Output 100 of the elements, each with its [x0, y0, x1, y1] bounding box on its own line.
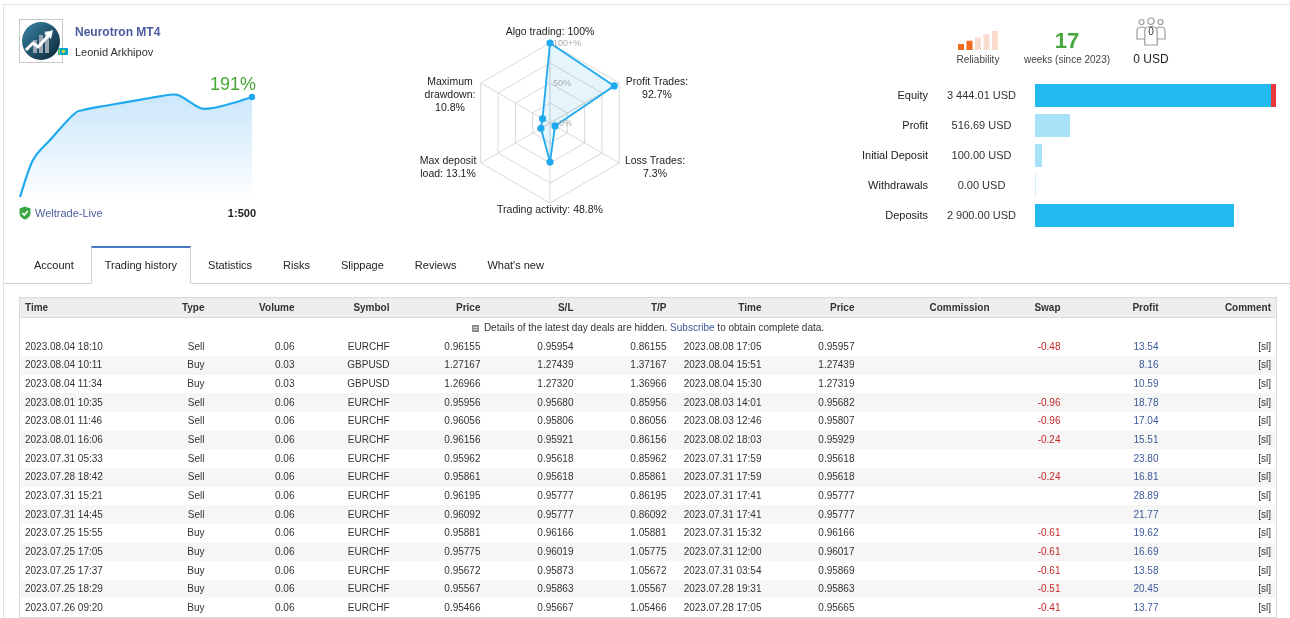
balance-label: Equity	[896, 87, 928, 103]
column-header: Type	[135, 297, 210, 318]
column-header: Price	[766, 297, 860, 318]
radar-axis-label: Trading activity: 48.8%	[497, 203, 603, 216]
weeks-label: weeks (since 2023)	[1023, 53, 1111, 66]
table-cell: 10.59	[1065, 374, 1164, 394]
table-cell: 2023.07.28 17:05	[671, 598, 767, 618]
subscriber-count: 0	[1147, 26, 1155, 38]
scale-label: 50%	[553, 77, 571, 89]
table-cell: 0.96056	[394, 412, 486, 431]
table-cell: 0.85861	[578, 468, 672, 487]
table-cell: 1.05567	[578, 579, 672, 599]
table-cell: 2023.08.04 10:11	[19, 356, 136, 375]
table-cell: 2023.07.31 15:32	[671, 523, 767, 543]
table-cell: 2023.07.31 17:41	[671, 505, 767, 524]
tab[interactable]: Account	[20, 246, 88, 284]
table-cell: 0.95672	[394, 561, 486, 580]
table-cell: 1.27320	[485, 374, 579, 394]
table-cell: Sell	[135, 393, 210, 413]
table-cell: 0.96155	[394, 337, 486, 357]
table-cell: 23.80	[1065, 449, 1164, 468]
table-cell: 0.95806	[485, 412, 579, 431]
table-cell: 15.51	[1065, 430, 1164, 450]
table-cell: Sell	[135, 505, 210, 524]
table-cell: Buy	[135, 542, 210, 562]
table-cell: 1.27167	[394, 356, 486, 375]
radar-axis-label: Algo trading: 100%	[505, 25, 595, 38]
subscribe-link[interactable]: Subscribe	[670, 321, 715, 333]
table-cell: EURCHF	[299, 337, 395, 357]
table-cell: 0.95929	[766, 430, 860, 450]
table-cell: 0.95777	[766, 486, 860, 506]
table-cell: 0.95957	[766, 337, 860, 357]
table-cell: 0.95869	[766, 561, 860, 580]
table-cell: 2023.07.31 03:54	[671, 561, 767, 580]
table-cell: 2023.07.25 18:29	[19, 579, 136, 599]
table-cell: 0.95954	[485, 337, 579, 357]
hidden-deals-notice: Details of the latest day deals are hidden. Subscribe to obtain complete data.	[483, 321, 825, 333]
radar-point	[546, 158, 554, 166]
table-cell: 1.27439	[485, 356, 579, 375]
table-cell: 0.95921	[485, 430, 579, 450]
column-header: T/P	[578, 297, 672, 318]
column-header: Symbol	[299, 297, 395, 318]
balance-label: Profit	[901, 117, 928, 133]
table-cell: 2023.07.31 17:41	[671, 486, 767, 506]
table-cell: 0.95777	[766, 505, 860, 524]
logo-icon	[19, 19, 63, 63]
table-cell: 0.95881	[394, 523, 486, 543]
radar-point	[551, 122, 559, 130]
table-cell: 2023.07.28 19:31	[671, 579, 767, 599]
table-cell: 18.78	[1065, 393, 1164, 413]
table-cell: Sell	[135, 337, 210, 357]
table-cell: Sell	[135, 486, 210, 506]
table-cell: EURCHF	[299, 561, 395, 580]
table-cell: 0.95775	[394, 542, 486, 562]
table-cell: [sl]	[1163, 561, 1277, 580]
signal-title[interactable]: Neurotron MT4	[75, 25, 161, 39]
table-cell: -0.41	[994, 598, 1066, 618]
table-cell: 2023.08.04 15:51	[671, 356, 767, 375]
table-cell: 0.96166	[485, 523, 579, 543]
subscriber-funds: 0 USD	[1133, 52, 1169, 66]
table-cell: 0.06	[209, 337, 300, 357]
column-header: Volume	[209, 297, 300, 318]
tab[interactable]: Trading history	[90, 246, 192, 284]
tab[interactable]: Reviews	[400, 246, 471, 284]
table-cell: EURCHF	[299, 486, 395, 506]
table-cell: 0.95680	[485, 393, 579, 413]
table-cell: 2023.08.04 15:30	[671, 374, 767, 394]
radar-point	[546, 39, 554, 47]
table-cell: 0.95807	[766, 412, 860, 431]
table-cell: GBPUSD	[299, 356, 395, 375]
table-cell: EURCHF	[299, 523, 395, 543]
table-cell: Sell	[135, 412, 210, 431]
table-cell: [sl]	[1163, 356, 1277, 375]
table-cell: 0.06	[209, 579, 300, 599]
table-cell: 0.06	[209, 468, 300, 487]
table-cell: 0.95682	[766, 393, 860, 413]
radar-axis-label: Max deposit load: 13.1%	[418, 154, 478, 180]
column-header: S/L	[485, 297, 579, 318]
table-cell: 0.95466	[394, 598, 486, 618]
table-cell: 0.06	[209, 486, 300, 506]
column-header: Swap	[994, 297, 1066, 318]
table-cell: [sl]	[1163, 542, 1277, 562]
tab[interactable]: Slippage	[327, 246, 398, 284]
table-cell: [sl]	[1163, 486, 1277, 506]
broker-link[interactable]: Weltrade-Live	[35, 206, 103, 220]
table-cell: 2023.08.01 16:06	[19, 430, 136, 450]
table-cell: 8.16	[1065, 356, 1164, 375]
tab[interactable]: Statistics	[194, 246, 267, 284]
table-cell: -0.24	[994, 430, 1066, 450]
table-cell: 0.95618	[485, 468, 579, 487]
table-cell: 0.06	[209, 542, 300, 562]
balance-label: Initial Deposit	[860, 147, 928, 163]
column-header: Time	[671, 297, 767, 318]
table-cell: 0.86092	[578, 505, 672, 524]
balance-label: Withdrawals	[867, 177, 928, 193]
tab[interactable]: What's new	[473, 246, 558, 284]
tab[interactable]: Risks	[269, 246, 324, 284]
table-cell: EURCHF	[299, 412, 395, 431]
table-cell: EURCHF	[299, 393, 395, 413]
table-cell: EURCHF	[299, 468, 395, 487]
